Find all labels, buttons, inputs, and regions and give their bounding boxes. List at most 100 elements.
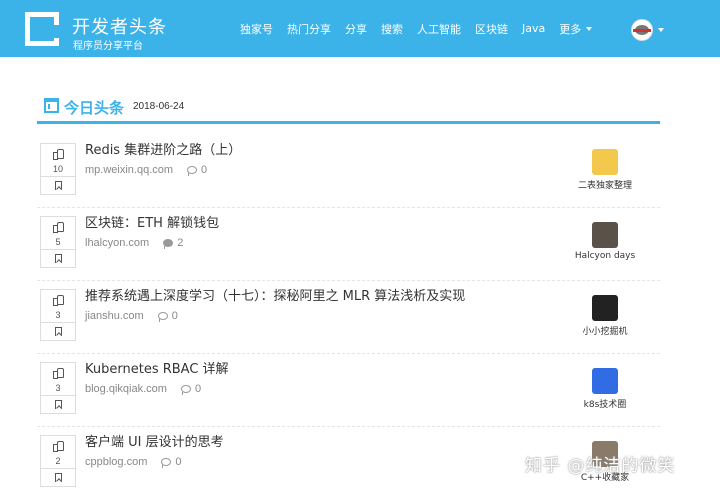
nav-more-dropdown[interactable]: 更多 [559,21,593,37]
article-domain[interactable]: jianshu.com [85,310,144,322]
vote-count: 2 [41,453,75,469]
nav-item-exclusive[interactable]: 独家号 [240,21,273,37]
nav-item-search[interactable]: 搜索 [381,21,403,37]
vote-count: 10 [41,161,75,177]
brand-subtitle: 程序员分享平台 [73,41,143,52]
comment-count: 0 [171,310,178,322]
list-item: 10 Redis 集群进阶之路（上） mp.weixin.qq.com 0 二表… [37,135,660,208]
chevron-down-icon [586,26,593,31]
article-title[interactable]: 区块链：ETH 解锁钱包 [85,212,219,231]
bookmark-button[interactable] [41,469,75,486]
source-name: 二表独家整理 [577,181,632,191]
upvote-button[interactable] [41,144,75,161]
bookmark-icon [54,327,62,336]
source-avatar [592,368,618,394]
comment-icon [163,239,174,249]
article-meta: blog.qikqiak.com 0 [85,383,201,395]
source-channel[interactable]: 小小挖掘机 [550,295,660,337]
chevron-down-icon [658,28,664,32]
article-title[interactable]: Redis 集群进阶之路（上） [85,139,241,158]
upvote-button[interactable] [41,363,75,380]
article-title[interactable]: 客户端 UI 层设计的思考 [85,431,224,450]
source-channel[interactable]: Halcyon days [550,222,660,261]
watermark: 知乎 @纯洁的微笑 [525,456,676,476]
site-logo[interactable] [25,12,59,46]
vote-count: 3 [41,380,75,396]
source-channel[interactable]: 二表独家整理 [550,149,660,191]
article-domain[interactable]: mp.weixin.qq.com [85,164,173,176]
section-title: 今日头条 [64,99,125,117]
bookmark-button[interactable] [41,250,75,267]
article-meta: cppblog.com 0 [85,456,182,468]
upvote-button[interactable] [41,217,75,234]
comment-link[interactable]: 0 [180,383,202,395]
article-meta: mp.weixin.qq.com 0 [85,164,207,176]
list-item: 5 区块链：ETH 解锁钱包 lhalcyon.com 2 Halcyon da… [37,208,660,281]
article-meta: lhalcyon.com 2 [85,237,183,249]
list-item: 3 推荐系统遇上深度学习（十七）：探秘阿里之 MLR 算法浅析及实现 jians… [37,281,660,354]
comment-link[interactable]: 0 [157,310,178,322]
comment-link[interactable]: 2 [163,237,183,249]
comment-count: 0 [201,164,208,176]
vote-box: 2 [40,435,76,487]
vote-box: 5 [40,216,76,268]
bookmark-icon [54,400,62,409]
top-navbar: 开发者头条 程序员分享平台 独家号 热门分享 分享 搜索 人工智能 区块链 Ja… [0,0,720,57]
article-domain[interactable]: blog.qikqiak.com [85,383,167,395]
thumbs-up-icon [53,148,64,160]
list-item: 3 Kubernetes RBAC 详解 blog.qikqiak.com 0 … [37,354,660,427]
nav-more-label: 更多 [559,22,582,36]
bookmark-icon [54,254,62,263]
thumbs-up-icon [53,221,64,233]
nav-item-ai[interactable]: 人工智能 [417,21,461,37]
source-name: 小小挖掘机 [582,327,628,337]
comment-icon [180,385,191,395]
comment-count: 0 [194,383,202,395]
bookmark-button[interactable] [41,396,75,413]
main-nav: 独家号 热门分享 分享 搜索 人工智能 区块链 Java 更多 [240,0,606,57]
comment-count: 2 [177,237,184,249]
thumbs-up-icon [53,367,64,379]
comment-icon [161,458,172,468]
vote-count: 5 [41,234,75,250]
article-meta: jianshu.com 0 [85,310,178,322]
source-avatar [592,295,618,321]
comment-link[interactable]: 0 [161,456,182,468]
article-list: 10 Redis 集群进阶之路（上） mp.weixin.qq.com 0 二表… [37,135,660,491]
nav-item-blockchain[interactable]: 区块链 [475,21,508,37]
bookmark-button[interactable] [41,177,75,194]
comment-icon [187,166,198,176]
comment-link[interactable]: 0 [187,164,207,176]
source-avatar [592,149,618,175]
source-name: Halcyon days [574,251,636,261]
bookmark-icon [54,181,62,190]
section-date: 2018-06-24 [133,101,185,112]
upvote-button[interactable] [41,290,75,307]
article-title[interactable]: 推荐系统遇上深度学习（十七）：探秘阿里之 MLR 算法浅析及实现 [85,285,465,304]
vote-box: 3 [40,289,76,341]
upvote-button[interactable] [41,436,75,453]
brand-title[interactable]: 开发者头条 [72,13,167,39]
nav-item-java[interactable]: Java [522,22,545,35]
article-domain[interactable]: cppblog.com [85,456,147,468]
calendar-icon [44,98,59,113]
avatar [631,19,653,41]
article-title[interactable]: Kubernetes RBAC 详解 [85,358,229,377]
source-avatar [592,222,618,248]
source-channel[interactable]: k8s技术圈 [550,368,660,410]
comment-icon [157,312,168,322]
bookmark-icon [54,473,62,482]
article-domain[interactable]: lhalcyon.com [85,237,149,249]
comment-count: 0 [175,456,182,468]
source-name: k8s技术圈 [583,400,627,410]
vote-count: 3 [41,307,75,323]
thumbs-up-icon [53,440,64,452]
thumbs-up-icon [53,294,64,306]
vote-box: 10 [40,143,76,195]
nav-item-share[interactable]: 分享 [345,21,367,37]
user-menu[interactable] [631,19,664,41]
nav-item-hot[interactable]: 热门分享 [287,21,331,37]
bookmark-button[interactable] [41,323,75,340]
section-header: 今日头条 2018-06-24 [37,92,660,124]
vote-box: 3 [40,362,76,414]
